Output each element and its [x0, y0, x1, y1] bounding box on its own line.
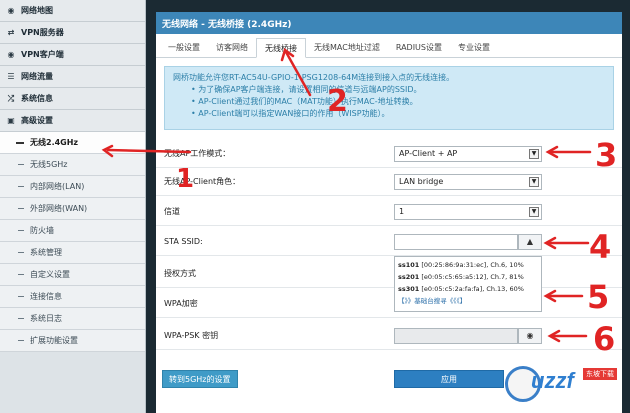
row-auth: 授权方式	[156, 260, 622, 288]
ssid-scan-toggle-button[interactable]: ▲	[518, 233, 542, 250]
watermark-logo: uzzf 东坡下载	[505, 362, 627, 408]
annotation-1: 1	[176, 164, 195, 194]
row-channel: 信道 1 ▼	[156, 198, 622, 226]
notice-bullet: 为了确保AP客户端连接，请设置相同的信道与远端AP的SSID。	[191, 84, 605, 96]
psk-input[interactable]	[394, 327, 518, 344]
bars-icon: ☰	[7, 72, 15, 81]
sidebar-item-network-map[interactable]: ◉ 网络地图	[0, 0, 145, 22]
sidebar: ◉ 网络地图 ⇄ VPN服务器 ◉ VPN客户端 ☰ 网络流量 ⤮ 系统信息 ▣ 高级设置 …	[0, 0, 146, 413]
psk-visibility-button[interactable]: ◉	[518, 327, 542, 344]
tab-radius[interactable]: RADIUS设置	[388, 37, 450, 57]
tab-bridge[interactable]: 无线桥接	[256, 38, 306, 58]
wpa-label: WPA加密	[164, 299, 198, 308]
channel-select[interactable]: 1 ▼	[394, 203, 542, 220]
vpn-icon: ⇄	[7, 28, 15, 37]
row-wpa: WPA加密	[156, 290, 622, 318]
chevron-down-icon: ▼	[529, 148, 539, 159]
apply-button[interactable]: 应用	[394, 370, 504, 388]
ap-mode-label: 无线AP工作模式：	[164, 149, 231, 158]
sidebar-sub-connections[interactable]: 连接信息	[0, 286, 145, 308]
page-title: 无线网络 - 无线桥接 (2.4GHz)	[156, 12, 622, 34]
goto-5ghz-button[interactable]: 转到5GHz的设置	[162, 370, 238, 388]
sidebar-sub-wireless-5[interactable]: 无线5GHz	[0, 154, 145, 176]
sta-ssid-label: STA SSID:	[164, 237, 203, 246]
ap-mode-select[interactable]: AP-Client + AP ▼	[394, 145, 542, 162]
tab-guest[interactable]: 访客网络	[208, 37, 256, 57]
ssid-list-item[interactable]: ss101 [00:25:86:9a:31:ec], Ch.6, 10%	[398, 259, 538, 271]
sidebar-sub-extensions[interactable]: 扩展功能设置	[0, 330, 145, 352]
sta-ssid-input[interactable]	[394, 233, 518, 250]
sidebar-item-vpn-client[interactable]: ◉ VPN客户端	[0, 44, 145, 66]
sidebar-item-system-info[interactable]: ⤮ 系统信息	[0, 88, 145, 110]
main-panel: 无线网络 - 无线桥接 (2.4GHz) 一般设置 访客网络 无线桥接 无线MA…	[156, 12, 622, 413]
psk-label: WPA-PSK 密钥	[164, 331, 219, 340]
globe-icon: ◉	[7, 6, 15, 15]
eye-icon: ◉	[526, 331, 534, 340]
chevron-down-icon: ▼	[529, 206, 539, 217]
channel-label: 信道	[164, 207, 180, 216]
chevron-up-icon: ▲	[526, 237, 534, 246]
annotation-2: 2	[327, 84, 348, 119]
row-client-role: 无线AP-Client角色： LAN bridge ▼	[156, 168, 622, 196]
sidebar-item-traffic[interactable]: ☰ 网络流量	[0, 66, 145, 88]
tab-mac-filter[interactable]: 无线MAC地址过滤	[306, 37, 388, 57]
sidebar-sub-lan[interactable]: 内部网络(LAN)	[0, 176, 145, 198]
ssid-scan-list: ss101 [00:25:86:9a:31:ec], Ch.6, 10% ss2…	[394, 256, 542, 312]
annotation-4: 4	[589, 228, 612, 266]
info-notice: 网桥功能允许您RT-AC54U-GPIO-1-PSG1208-64M连接到接入点…	[164, 66, 614, 130]
sidebar-sub-system-admin[interactable]: 系统管理	[0, 242, 145, 264]
notice-bullet: AP-Client通过我们的MAC（MAT功能）执行MAC-地址转换。	[191, 96, 605, 108]
ssid-list-item[interactable]: ss201 [e0:05:c5:65:a5:12], Ch.7, 81%	[398, 271, 538, 283]
client-role-select[interactable]: LAN bridge ▼	[394, 173, 542, 190]
row-ap-mode: 无线AP工作模式： AP-Client + AP ▼	[156, 140, 622, 168]
sidebar-sub-wireless-24[interactable]: 无线2.4GHz	[0, 132, 145, 154]
ssid-rescan-link[interactable]: 【》》基础台搜寻《《《】	[398, 295, 538, 307]
annotation-5: 5	[587, 278, 610, 316]
tab-bar: 一般设置 访客网络 无线桥接 无线MAC地址过滤 RADIUS设置 专业设置	[156, 34, 622, 58]
sidebar-item-vpn-server[interactable]: ⇄ VPN服务器	[0, 22, 145, 44]
globe-icon: ◉	[7, 50, 15, 59]
auth-label: 授权方式	[164, 269, 196, 278]
row-psk: WPA-PSK 密钥 ◉	[156, 322, 622, 350]
notice-bullet: AP-Client端可以指定WAN接口的作用（WISP功能）。	[191, 108, 605, 120]
sidebar-sub-wan[interactable]: 外部网络(WAN)	[0, 198, 145, 220]
sidebar-item-advanced[interactable]: ▣ 高级设置	[0, 110, 145, 132]
ssid-list-item[interactable]: ss301 [e0:05:c5:2a:fa:fa], Ch.13, 60%	[398, 283, 538, 295]
tab-professional[interactable]: 专业设置	[450, 37, 498, 57]
shuffle-icon: ⤮	[7, 93, 15, 103]
sidebar-sub-custom[interactable]: 自定义设置	[0, 264, 145, 286]
tab-general[interactable]: 一般设置	[160, 37, 208, 57]
briefcase-icon: ▣	[7, 116, 15, 125]
chevron-down-icon: ▼	[529, 176, 539, 187]
annotation-3: 3	[595, 136, 618, 174]
sidebar-sub-firewall[interactable]: 防火墙	[0, 220, 145, 242]
annotation-6: 6	[593, 320, 616, 358]
sidebar-sub-syslog[interactable]: 系统日志	[0, 308, 145, 330]
row-sta-ssid: STA SSID: ▲	[156, 228, 622, 256]
